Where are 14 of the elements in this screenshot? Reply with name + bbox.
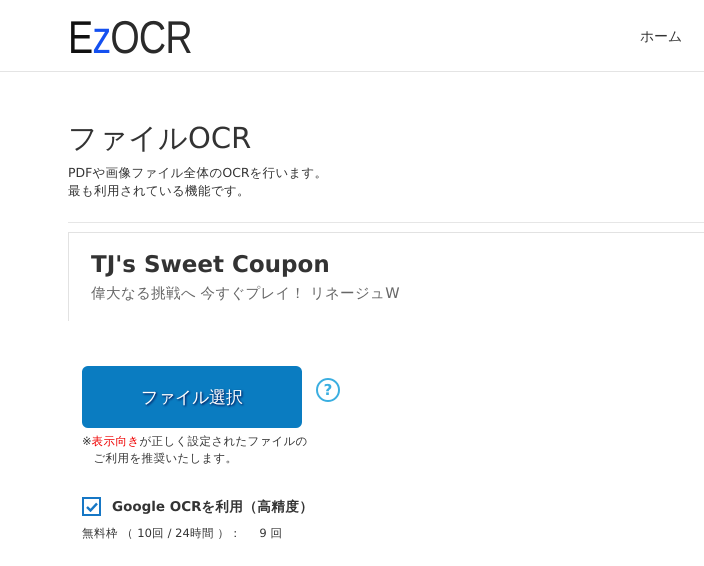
site-logo[interactable]: EzOCR <box>68 14 192 60</box>
checkbox-label[interactable]: Google OCRを利用（高精度） <box>112 498 314 516</box>
nav-link[interactable]: ホーム <box>640 28 682 44</box>
checkbox[interactable] <box>82 497 101 516</box>
note-text: ※表示向き が正しく設定されたファイルのご利用を推奨いたします。 <box>82 433 309 467</box>
ad-title[interactable]: TJ's Sweet Coupon <box>91 251 330 279</box>
page-description: PDFや画像ファイル全体のOCRを行います。 最も利用されている機能です。 <box>68 164 329 200</box>
checkmark-icon <box>86 502 98 512</box>
ad-card[interactable]: TJ's Sweet Coupon 偉大なる挑戦へ 今すぐプレイ！ リネージュW <box>68 232 704 321</box>
file-select-button[interactable]: ファイル選択 <box>82 366 302 428</box>
ad-text: 偉大なる挑戦へ 今すぐプレイ！ リネージュW <box>91 284 400 303</box>
quota-value: 9 回 <box>259 526 282 541</box>
page-title: ファイルOCR <box>68 120 252 156</box>
quota-label: 無料枠 （ 10回 / 24時間 ）： <box>82 526 242 541</box>
